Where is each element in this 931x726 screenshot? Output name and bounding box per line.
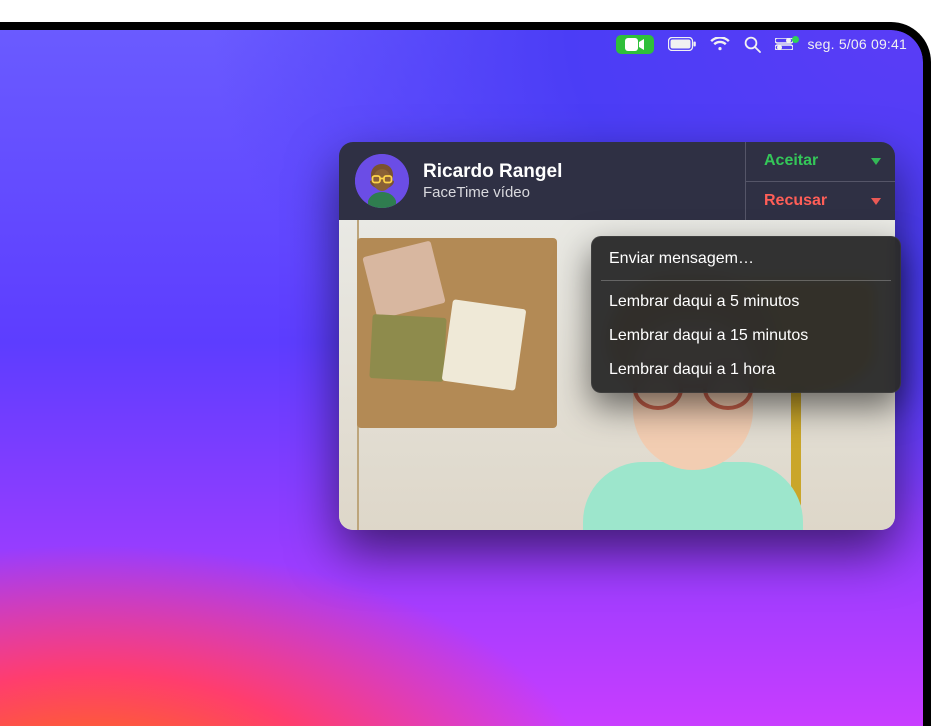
- wifi-icon[interactable]: [710, 37, 730, 51]
- desktop: seg. 5/06 09:41: [0, 30, 923, 726]
- camera-in-use-dot-icon: [792, 36, 799, 43]
- menu-item-remind-5[interactable]: Lembrar daqui a 5 minutos: [591, 285, 901, 319]
- chevron-down-icon[interactable]: [871, 192, 881, 210]
- chevron-down-icon[interactable]: [871, 152, 881, 170]
- caller-avatar: [355, 154, 409, 208]
- notification-header: Ricardo Rangel FaceTime vídeo Aceitar Re…: [339, 142, 895, 220]
- notification-actions: Aceitar Recusar: [745, 142, 895, 220]
- menubar-datetime[interactable]: seg. 5/06 09:41: [807, 36, 907, 52]
- caller-name: Ricardo Rangel: [423, 160, 562, 184]
- caller-info: Ricardo Rangel FaceTime vídeo: [339, 142, 745, 220]
- video-camera-icon: [625, 38, 645, 51]
- accept-button[interactable]: Aceitar: [746, 142, 895, 181]
- facetime-active-pill[interactable]: [616, 35, 654, 54]
- device-frame: seg. 5/06 09:41: [0, 22, 931, 726]
- decline-options-menu: Enviar mensagem… Lembrar daqui a 5 minut…: [591, 236, 901, 393]
- caller-subtitle: FaceTime vídeo: [423, 184, 562, 203]
- decline-label: Recusar: [764, 192, 827, 210]
- memoji-avatar-icon: [355, 154, 409, 208]
- menu-divider: [601, 280, 891, 281]
- menu-item-remind-15[interactable]: Lembrar daqui a 15 minutos: [591, 319, 901, 353]
- spotlight-icon[interactable]: [744, 36, 761, 53]
- facetime-incoming-notification: Ricardo Rangel FaceTime vídeo Aceitar Re…: [339, 142, 895, 530]
- control-center-icon[interactable]: [775, 38, 793, 50]
- battery-icon[interactable]: [668, 37, 696, 51]
- menu-item-send-message[interactable]: Enviar mensagem…: [591, 242, 901, 276]
- menu-item-remind-1h[interactable]: Lembrar daqui a 1 hora: [591, 353, 901, 387]
- decline-button[interactable]: Recusar: [746, 181, 895, 221]
- accept-label: Aceitar: [764, 152, 818, 170]
- menubar: seg. 5/06 09:41: [0, 30, 923, 58]
